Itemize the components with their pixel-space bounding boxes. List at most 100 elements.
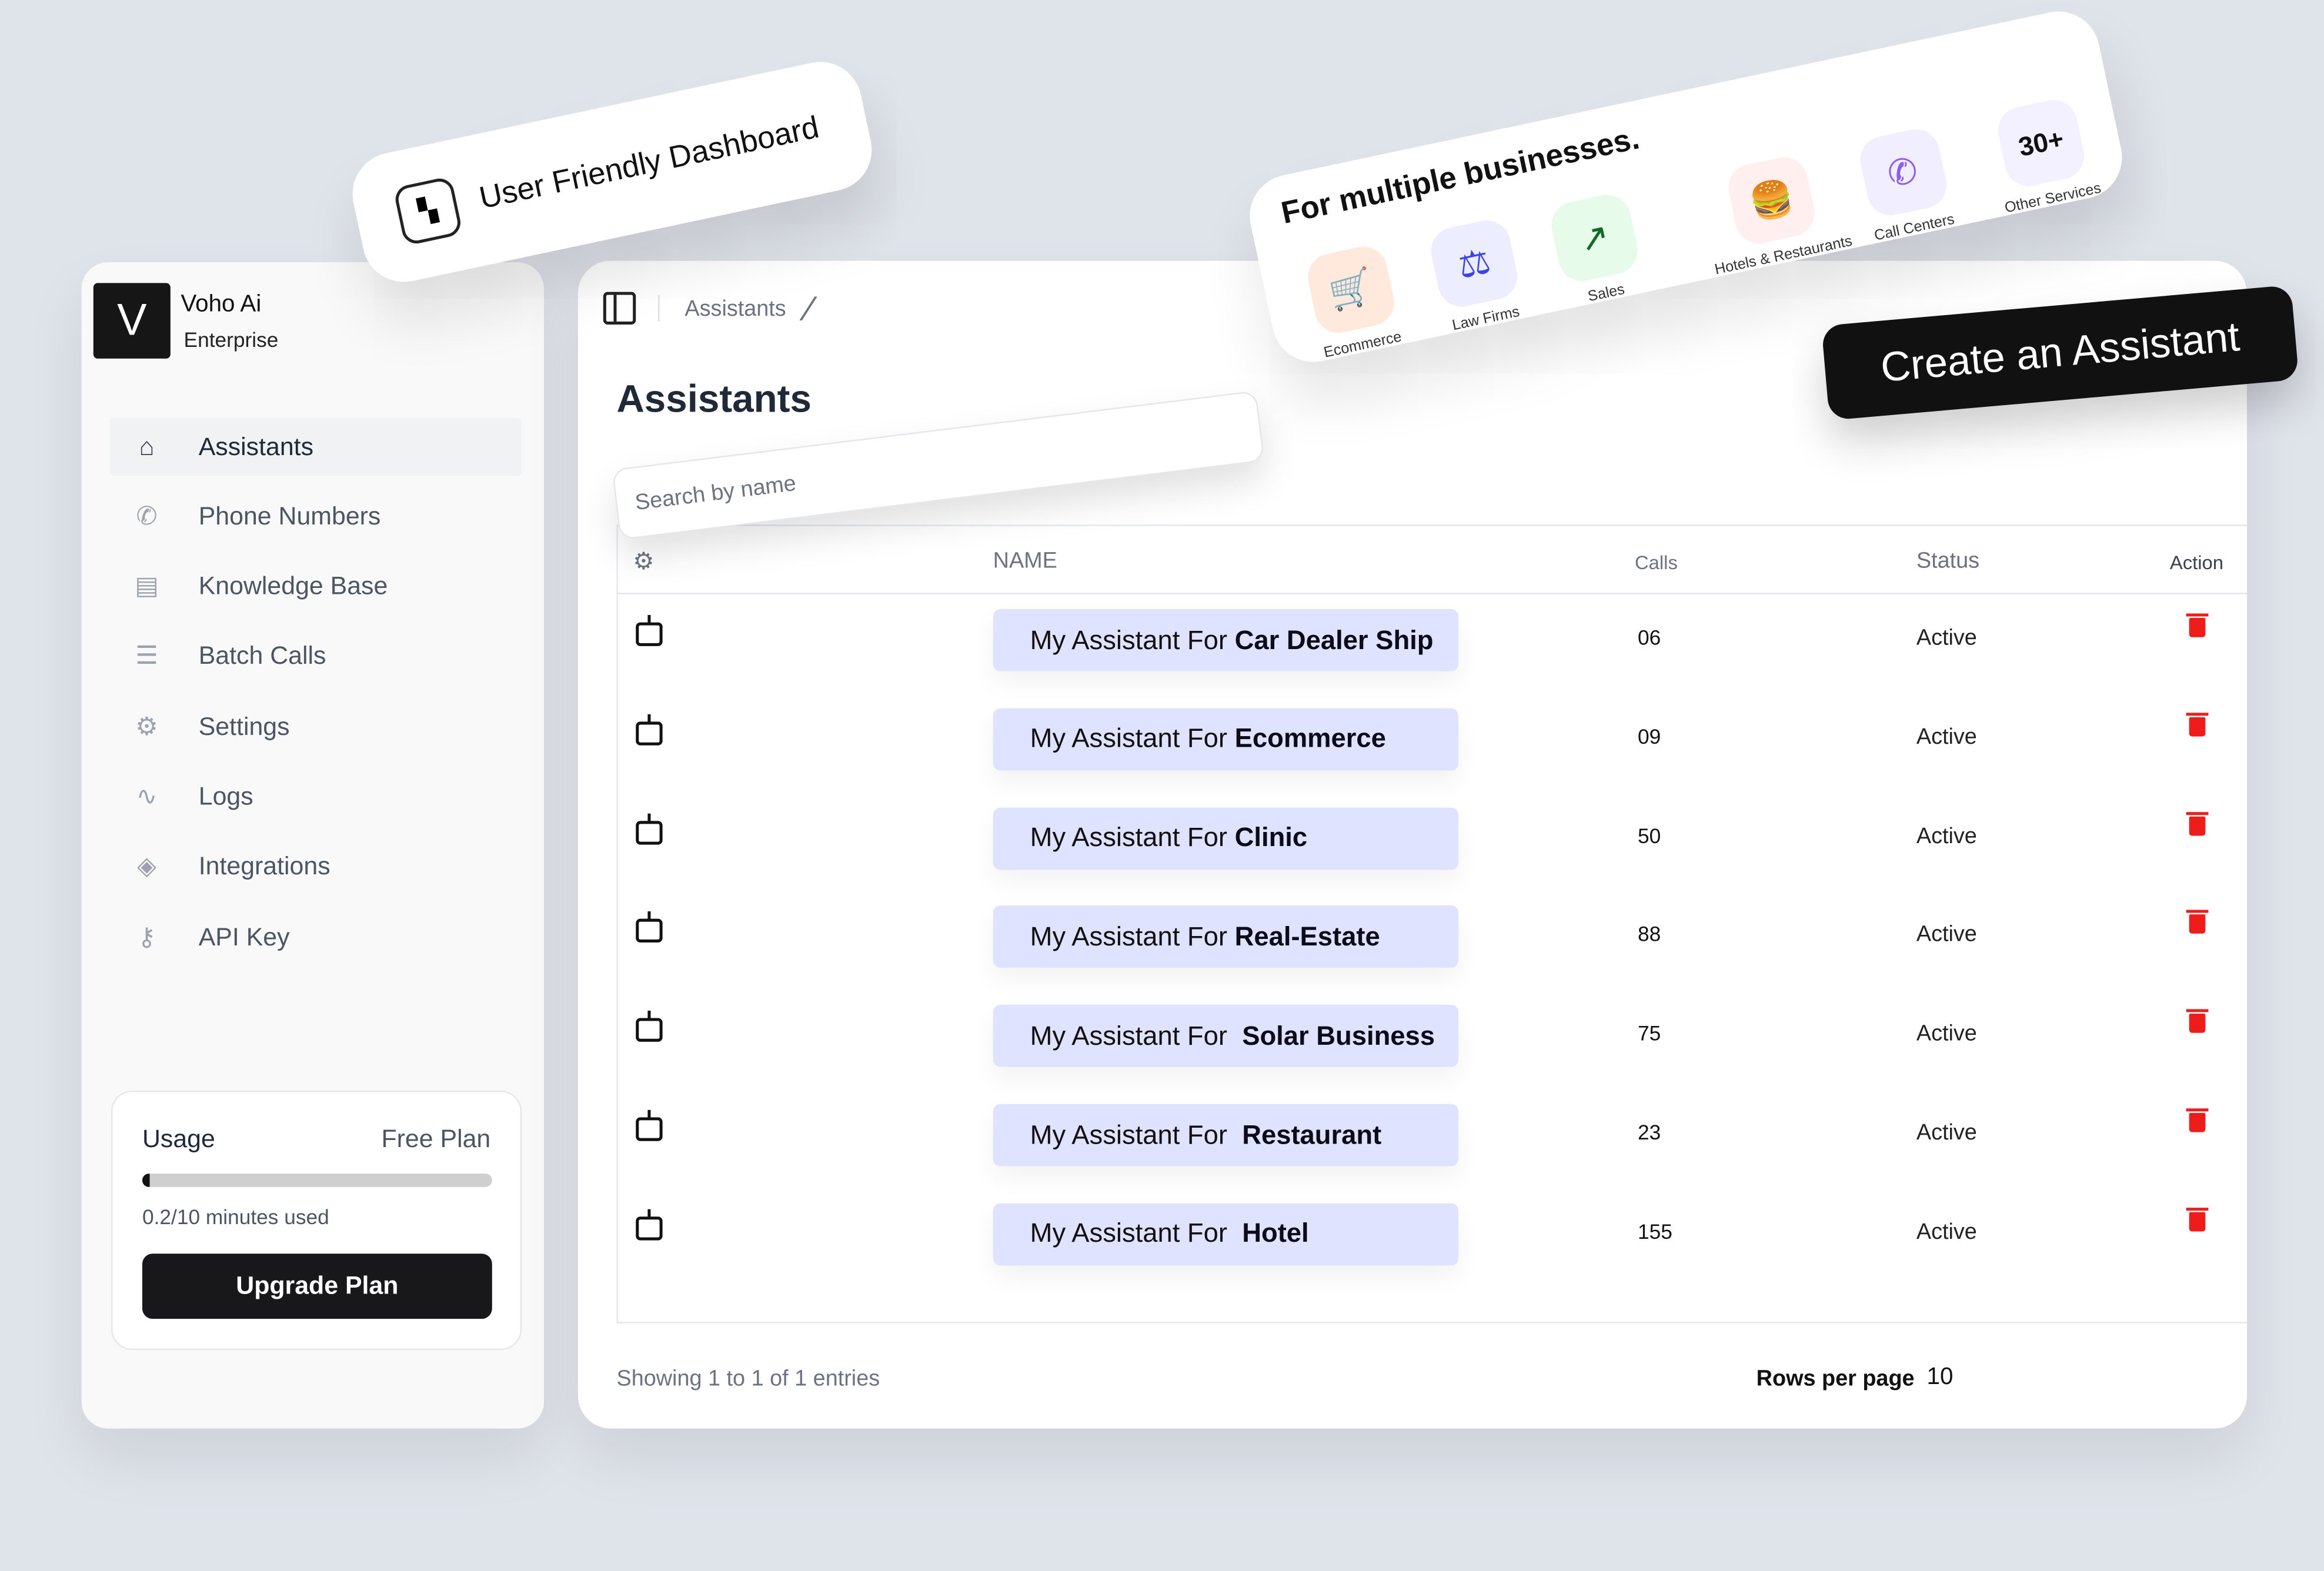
column-header-calls: Calls — [1635, 551, 1678, 574]
column-header-action: Action — [2169, 551, 2223, 574]
sidebar-item-knowledge-base[interactable]: ▤ Knowledge Base — [110, 558, 522, 616]
assistant-name-bold: Real-Estate — [1234, 921, 1380, 951]
dashboard-promo-card: ▚ User Friendly Dashboard — [345, 54, 880, 290]
assistant-name[interactable]: My Assistant For Ecommerce — [993, 708, 1459, 771]
delete-icon[interactable] — [2186, 910, 2209, 934]
activity-icon: ∿ — [136, 782, 158, 811]
sidebar-item-batch-calls[interactable]: ☰ Batch Calls — [110, 628, 522, 686]
assistant-name-prefix: My Assistant For — [1030, 723, 1235, 754]
delete-icon[interactable] — [2186, 811, 2209, 835]
assistant-name-bold: Ecommerce — [1234, 723, 1386, 754]
usage-progress-bar — [142, 1174, 492, 1187]
usage-text: 0.2/10 minutes used — [142, 1205, 329, 1229]
assistant-name-bold: Restaurant — [1242, 1119, 1382, 1149]
business-sales: ↗ Sales — [1547, 190, 1647, 310]
sidebar-item-label: Batch Calls — [198, 642, 326, 671]
delete-icon[interactable] — [2186, 1207, 2209, 1231]
scales-icon: ⚖ — [1427, 216, 1522, 311]
assistant-name-prefix: My Assistant For — [1030, 1020, 1243, 1051]
key-icon: ⚷ — [137, 922, 156, 951]
status-badge: Active — [1916, 1120, 1977, 1146]
status-badge: Active — [1916, 724, 1977, 750]
usage-plan: Free Plan — [381, 1124, 491, 1153]
sidebar-item-label: Assistants — [198, 432, 314, 460]
assistant-name-bold: Hotel — [1242, 1218, 1309, 1248]
more-services: 30+ — [1994, 95, 2089, 190]
business-call-centers: ✆ Call Centers — [1854, 125, 1956, 245]
assistant-name-bold: Solar Business — [1242, 1020, 1435, 1051]
assistant-name-bold: Car Dealer Ship — [1234, 624, 1434, 654]
delete-icon[interactable] — [2186, 712, 2209, 737]
sidebar-item-label: Settings — [198, 712, 290, 741]
robot-icon — [636, 912, 663, 943]
rows-per-page-label: Rows per page — [1756, 1366, 1915, 1392]
sidebar-item-phone-numbers[interactable]: ✆ Phone Numbers — [110, 488, 522, 546]
calls-count: 09 — [1638, 724, 1661, 748]
sidebar-item-label: Phone Numbers — [198, 502, 381, 530]
phone-call-icon: ✆ — [1855, 125, 1951, 220]
list-icon: ☰ — [135, 642, 158, 671]
sidebar-item-api-key[interactable]: ⚷ API Key — [110, 908, 522, 966]
sidebar-item-logs[interactable]: ∿ Logs — [110, 768, 522, 826]
assistant-name[interactable]: My Assistant For Restaurant — [993, 1104, 1459, 1166]
sidebar-toggle-icon[interactable] — [603, 292, 636, 325]
assistant-name[interactable]: My Assistant For Car Dealer Ship — [993, 609, 1459, 671]
rows-per-page-select[interactable]: 10 — [1927, 1365, 1954, 1391]
assistants-table: ⚙ NAME Calls Status Action My Assistant … — [616, 524, 2247, 1323]
calls-count: 88 — [1638, 922, 1661, 946]
search-placeholder: Search by name — [633, 471, 798, 516]
assistant-name-prefix: My Assistant For — [1030, 1218, 1243, 1248]
status-badge: Active — [1916, 1021, 1977, 1047]
business-ecommerce: 🛒 Ecommerce — [1303, 242, 1404, 362]
delete-icon[interactable] — [2186, 1108, 2209, 1132]
sidebar-item-integrations[interactable]: ◈ Integrations — [110, 838, 522, 896]
layers-icon: ◈ — [137, 852, 156, 881]
delete-icon[interactable] — [2186, 613, 2209, 637]
calls-count: 75 — [1638, 1021, 1661, 1045]
assistant-name-bold: Clinic — [1234, 823, 1308, 853]
breadcrumb-separator: / — [797, 290, 820, 328]
assistant-name[interactable]: My Assistant For Hotel — [993, 1203, 1459, 1265]
robot-icon — [636, 1109, 663, 1141]
sidebar-item-assistants[interactable]: ⌂ Assistants — [109, 417, 522, 476]
sidebar-item-label: Knowledge Base — [198, 572, 388, 600]
page-title: Assistants — [616, 376, 812, 421]
usage-progress-fill — [142, 1174, 149, 1187]
home-icon: ⌂ — [139, 432, 155, 460]
robot-icon — [636, 1011, 663, 1042]
business-label: Other Services — [2003, 181, 2103, 218]
upgrade-plan-button[interactable]: Upgrade Plan — [142, 1254, 492, 1319]
assistant-name[interactable]: My Assistant For Solar Business — [993, 1005, 1459, 1068]
calls-count: 155 — [1638, 1219, 1672, 1244]
cart-icon: 🛒 — [1303, 242, 1399, 337]
column-header-status: Status — [1916, 548, 1980, 574]
burger-drink-icon: 🍔 — [1724, 152, 1819, 248]
robot-icon — [636, 614, 663, 646]
robot-icon — [636, 1209, 663, 1241]
business-hotels-restaurants: 🍔 Hotels & Restaurants — [1695, 146, 1854, 279]
calls-count: 50 — [1638, 823, 1661, 847]
delete-icon[interactable] — [2186, 1009, 2209, 1034]
breadcrumb[interactable]: Assistants — [684, 296, 786, 322]
chip-icon: ⚙ — [633, 550, 655, 575]
assistant-name-prefix: My Assistant For — [1030, 624, 1235, 654]
status-badge: Active — [1916, 1219, 1977, 1245]
pagination-summary: Showing 1 to 1 of 1 entries — [616, 1366, 880, 1392]
sidebar-item-label: Logs — [198, 782, 253, 811]
assistant-name-prefix: My Assistant For — [1030, 921, 1235, 951]
business-law-firms: ⚖ Law Firms — [1427, 216, 1527, 335]
sidebar-item-label: Integrations — [198, 852, 330, 881]
sidebar-item-label: API Key — [198, 922, 290, 951]
sidebar-item-settings[interactable]: ⚙ Settings — [110, 698, 522, 756]
business-other-services: 30+ Other Services — [1985, 93, 2103, 218]
org-plan: Enterprise — [183, 327, 279, 352]
status-badge: Active — [1916, 625, 1977, 651]
dashboard-icon: ▚ — [393, 176, 463, 246]
column-header-name: NAME — [993, 548, 1057, 574]
usage-card: Usage Free Plan 0.2/10 minutes used Upgr… — [111, 1091, 522, 1351]
assistant-name[interactable]: My Assistant For Clinic — [993, 807, 1459, 870]
assistant-name[interactable]: My Assistant For Real-Estate — [993, 905, 1459, 968]
robot-icon — [636, 714, 663, 746]
main-panel: Assistants / Assistants ⚙ NAME Calls Sta… — [577, 260, 2247, 1429]
sidebar: V Voho Ai Enterprise ⌂ Assistants ✆ Phone N… — [81, 262, 544, 1429]
